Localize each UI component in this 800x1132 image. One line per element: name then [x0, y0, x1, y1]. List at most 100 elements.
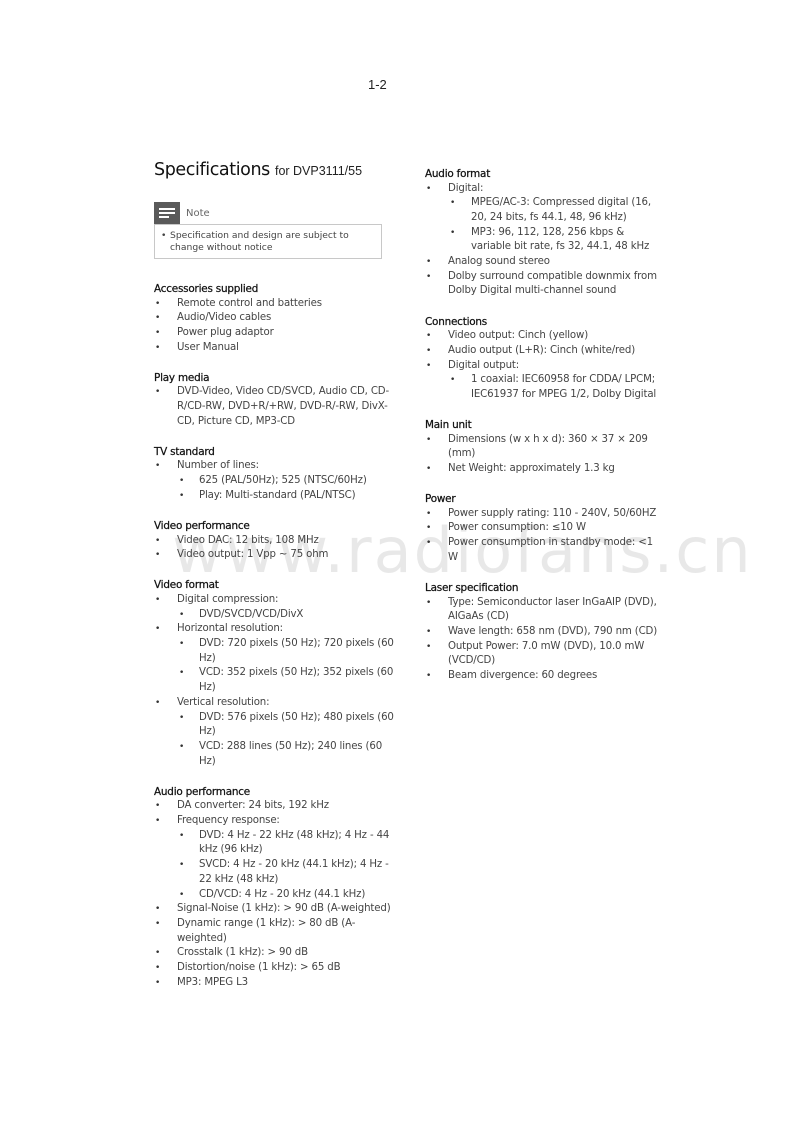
- spec-item: Crosstalk (1 kHz): > 90 dB: [154, 946, 394, 961]
- spec-item: Horizontal resolution: DVD: 720 pixels (5…: [154, 622, 394, 696]
- spec-section-laser-specification: Laser specificationType: Semiconductor l…: [425, 581, 665, 684]
- spec-item-text: Dimensions (w x h x d): 360 × 37 × 209 (…: [448, 433, 648, 460]
- spec-subitem: DVD/SVCD/VCD/DivX: [177, 608, 394, 623]
- section-heading: Laser specification: [425, 582, 519, 595]
- section-heading: Connections: [425, 315, 488, 328]
- note-body: • Specification and design are subject t…: [154, 224, 382, 259]
- spec-item: Vertical resolution: DVD: 576 pixels (50 …: [154, 696, 394, 770]
- note-header: Note: [154, 202, 382, 224]
- spec-subitem: Play: Multi-standard (PAL/NTSC): [177, 489, 394, 504]
- spec-subitem: MP3: 96, 112, 128, 256 kbps & variable b…: [448, 226, 665, 255]
- spec-item: Dolby surround compatible downmix from D…: [425, 270, 665, 299]
- spec-item: Power consumption in standby mode: <1 W: [425, 536, 665, 565]
- spec-subitem: VCD: 352 pixels (50 Hz); 352 pixels (60 …: [177, 666, 394, 695]
- note-item-text: Specification and design are subject to …: [170, 230, 349, 253]
- spec-item: Signal-Noise (1 kHz): > 90 dB (A-weighte…: [154, 902, 394, 917]
- spec-item: DA converter: 24 bits, 192 kHz: [154, 799, 394, 814]
- spec-item: Wave length: 658 nm (DVD), 790 nm (CD): [425, 625, 665, 640]
- spec-item-text: Power consumption in standby mode: <1 W: [448, 537, 653, 563]
- spec-item-text: User Manual: [177, 341, 239, 353]
- spec-section-tv-standard: TV standard Number of lines: 625 (PAL/50Hz…: [154, 445, 394, 504]
- spec-item-text: Crosstalk (1 kHz): > 90 dB: [177, 947, 308, 959]
- spec-subitem: DVD: 4 Hz - 22 kHz (48 kHz); 4 Hz - 44 k…: [177, 829, 394, 858]
- page-title: Specifications for DVP3111/55: [154, 160, 362, 180]
- spec-item: Power consumption: ≤10 W: [425, 521, 665, 536]
- spec-list: Number of lines: 625 (PAL/50Hz); 525 (NTS…: [154, 459, 394, 503]
- spec-list: Digital compression: DVD/SVCD/VCD/DivXHor…: [154, 593, 394, 769]
- spec-list: Video output: Cinch (yellow) Audio output…: [425, 329, 665, 403]
- spec-item: Video output: 1 Vpp ~ 75 ohm: [154, 548, 394, 563]
- spec-item-text: Power supply rating: 110 - 240V, 50/60HZ: [448, 507, 657, 519]
- spec-item-text: Dynamic range (1 kHz): > 80 dB (A-weight…: [177, 918, 356, 944]
- spec-list: Digital: MPEG/AC-3: Compressed digital (1…: [425, 182, 665, 300]
- note-item: • Specification and design are subject t…: [161, 230, 375, 253]
- note-icon: [154, 202, 180, 224]
- section-heading: Video format: [154, 579, 219, 592]
- spec-item-text: DA converter: 24 bits, 192 kHz: [177, 800, 329, 812]
- spec-subitem: CD/VCD: 4 Hz - 20 kHz (44.1 kHz): [177, 888, 394, 903]
- left-column: Accessories supplied Remote control and b…: [154, 282, 394, 1006]
- spec-sublist: DVD: 576 pixels (50 Hz); 480 pixels (60 …: [177, 711, 394, 770]
- spec-item-text: Net Weight: approximately 1.3 kg: [448, 463, 615, 475]
- spec-subitem: VCD: 288 lines (50 Hz); 240 lines (60 Hz…: [177, 740, 394, 769]
- spec-list: DA converter: 24 bits, 192 kHz Frequency …: [154, 799, 394, 990]
- spec-section-power: PowerPower supply rating: 110 - 240V, 50…: [425, 492, 665, 565]
- spec-section-video-performance: Video performanceVideo DAC: 12 bits, 108…: [154, 519, 394, 563]
- spec-item-text: Audio output (L+R): Cinch (white/red): [448, 344, 636, 356]
- spec-item: Video DAC: 12 bits, 108 MHz: [154, 534, 394, 549]
- spec-list: Video DAC: 12 bits, 108 MHz Video output:…: [154, 534, 394, 563]
- spec-item-text: Output Power: 7.0 mW (DVD), 10.0 mW (VCD…: [448, 640, 645, 667]
- title-model: for DVP3111/55: [274, 164, 363, 178]
- spec-section-audio-performance: Audio performanceDA converter: 24 bits, …: [154, 785, 394, 991]
- spec-item: Digital output: 1 coaxial: IEC60958 for C…: [425, 359, 665, 403]
- spec-item: Distortion/noise (1 kHz): > 65 dB: [154, 961, 394, 976]
- spec-item: Power supply rating: 110 - 240V, 50/60HZ: [425, 507, 665, 522]
- spec-item-text: Remote control and batteries: [177, 297, 322, 309]
- spec-sublist: DVD/SVCD/VCD/DivX: [177, 608, 394, 623]
- spec-item-text: Video DAC: 12 bits, 108 MHz: [177, 534, 319, 546]
- spec-item-text: Power plug adaptor: [177, 326, 274, 338]
- spec-item-text: Distortion/noise (1 kHz): > 65 dB: [177, 962, 341, 974]
- page-number: 1-2: [368, 77, 387, 92]
- spec-item: Audio/Video cables: [154, 311, 394, 326]
- spec-item: Number of lines: 625 (PAL/50Hz); 525 (NTS…: [154, 459, 394, 503]
- section-heading: Play media: [154, 371, 210, 384]
- spec-subitem: DVD: 576 pixels (50 Hz); 480 pixels (60 …: [177, 711, 394, 740]
- spec-item: User Manual: [154, 341, 394, 356]
- spec-list: Dimensions (w x h x d): 360 × 37 × 209 (…: [425, 433, 665, 477]
- spec-item-text: Frequency response:: [177, 815, 280, 827]
- section-heading: Video performance: [154, 520, 250, 533]
- note-box: Note • Specification and design are subj…: [154, 202, 382, 259]
- spec-item: Dynamic range (1 kHz): > 80 dB (A-weight…: [154, 917, 394, 946]
- spec-item-text: Video output: Cinch (yellow): [448, 330, 589, 342]
- spec-item-text: Dolby surround compatible downmix from D…: [448, 270, 657, 297]
- spec-item-text: Audio/Video cables: [177, 312, 272, 324]
- spec-item: Net Weight: approximately 1.3 kg: [425, 462, 665, 477]
- section-heading: Accessories supplied: [154, 283, 259, 295]
- spec-list: Type: Semiconductor laser InGaAIP (DVD),…: [425, 596, 665, 684]
- spec-list: DVD-Video, Video CD/SVCD, Audio CD, CD-R…: [154, 385, 394, 429]
- spec-item: Type: Semiconductor laser InGaAIP (DVD),…: [425, 596, 665, 625]
- title-main: Specifications: [154, 160, 270, 180]
- spec-subitem: SVCD: 4 Hz - 20 kHz (44.1 kHz); 4 Hz - 2…: [177, 858, 394, 887]
- spec-item-text: Digital compression:: [177, 593, 279, 605]
- spec-item: MP3: MPEG L3: [154, 976, 394, 991]
- spec-item: Remote control and batteries: [154, 297, 394, 312]
- spec-item-text: Type: Semiconductor laser InGaAIP (DVD),…: [448, 596, 657, 623]
- spec-sublist: 1 coaxial: IEC60958 for CDDA/ LPCM; IEC6…: [448, 373, 665, 402]
- spec-item-text: Digital:: [448, 182, 484, 194]
- spec-section-accessories-supplied: Accessories supplied Remote control and b…: [154, 282, 394, 355]
- spec-item: Audio output (L+R): Cinch (white/red): [425, 344, 665, 359]
- note-label: Note: [186, 207, 210, 219]
- spec-section-main-unit: Main unitDimensions (w x h x d): 360 × 3…: [425, 418, 665, 477]
- spec-item-text: Digital output:: [448, 359, 520, 371]
- spec-item: Video output: Cinch (yellow): [425, 329, 665, 344]
- spec-item-text: Video output: 1 Vpp ~ 75 ohm: [177, 549, 329, 561]
- spec-item-text: Signal-Noise (1 kHz): > 90 dB (A-weighte…: [177, 903, 391, 915]
- spec-sublist: 625 (PAL/50Hz); 525 (NTSC/60Hz)Play: Mul…: [177, 474, 394, 503]
- spec-item: Output Power: 7.0 mW (DVD), 10.0 mW (VCD…: [425, 640, 665, 669]
- spec-sublist: MPEG/AC-3: Compressed digital (16, 20, 2…: [448, 196, 665, 255]
- spec-item: DVD-Video, Video CD/SVCD, Audio CD, CD-R…: [154, 385, 394, 429]
- spec-section-connections: Connections Video output: Cinch (yellow) A…: [425, 315, 665, 403]
- right-column: Audio format Digital: MPEG/AC-3: Compresse…: [425, 167, 665, 699]
